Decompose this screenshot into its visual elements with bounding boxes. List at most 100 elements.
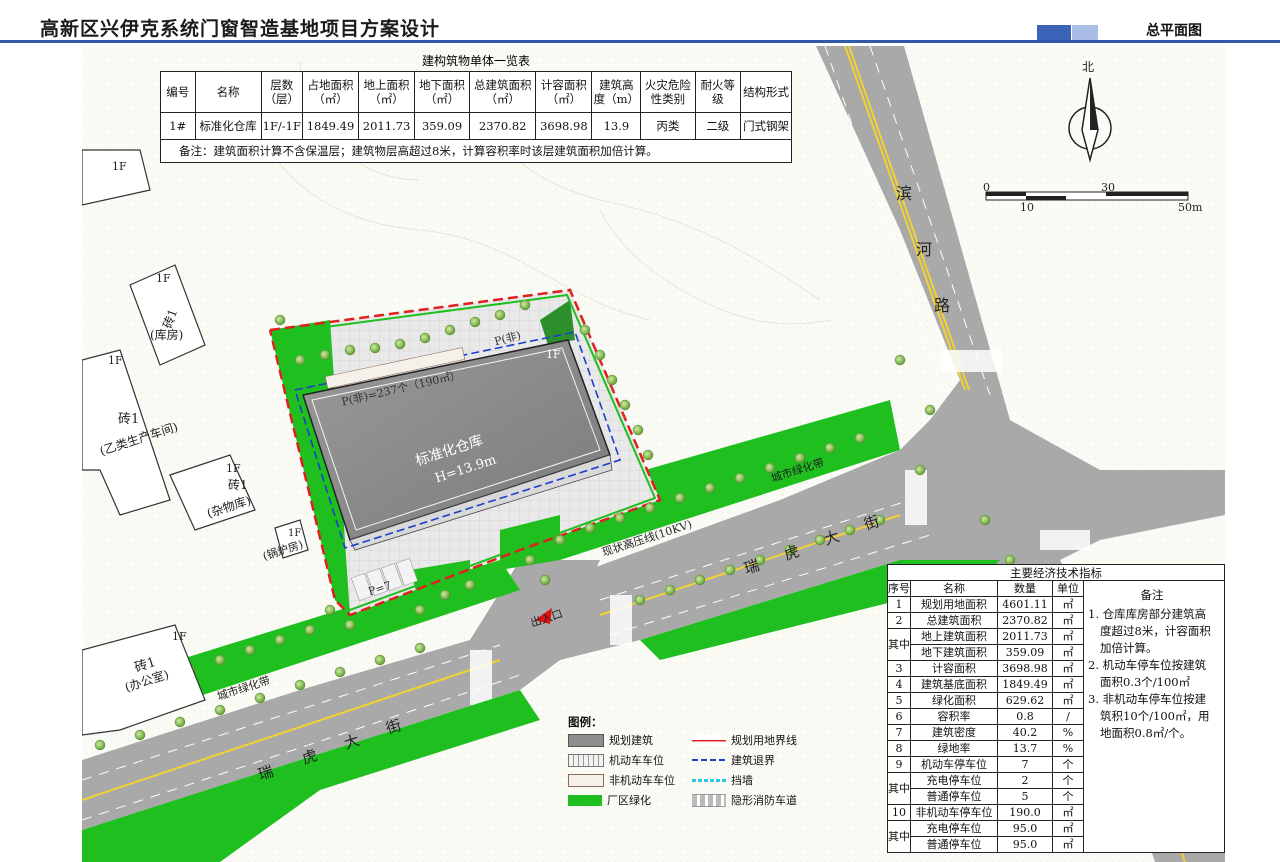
building-table: 建构筑物单体一览表 编号 名称 层数（层） 占地面积（㎡） 地上面积（㎡） 地下… (160, 51, 792, 163)
bt-cell: 2370.82 (469, 112, 537, 140)
et-unit: ㎡ (1052, 644, 1084, 661)
legend-label: 机动车车位 (609, 754, 664, 767)
et-value: 95.0 (997, 836, 1053, 853)
scale-bar (985, 191, 1189, 201)
warehouse-floor-label: 1F (546, 348, 561, 361)
building-floor-1: 1F (112, 160, 127, 173)
road-label-east-1: 滨 (896, 184, 913, 203)
bt-header: 建筑高度（m） (591, 71, 642, 113)
et-header: 数量 (997, 580, 1053, 597)
et-name: 充电停车位 (910, 772, 998, 789)
et-unit: / (1052, 708, 1084, 725)
building-name-3: 砖1 (118, 412, 140, 427)
building-table-grid: 编号 名称 层数（层） 占地面积（㎡） 地上面积（㎡） 地下面积（㎡） 总建筑面… (160, 71, 792, 163)
legend-swatch-building (568, 733, 604, 747)
bt-header: 总建筑面积（㎡） (469, 71, 537, 113)
et-name: 普通停车位 (910, 788, 998, 805)
legend-item: 机动车车位 (568, 753, 686, 767)
bt-header: 名称 (194, 71, 262, 113)
building-floor-3: 1F (108, 354, 123, 367)
header-rule (0, 40, 1280, 43)
bt-cell: 3698.98 (535, 112, 593, 140)
et-unit: ㎡ (1052, 660, 1084, 677)
econ-table: 主要经济技术指标 序号 名称 数量 单位 备注 1. 仓库库房部分建筑高度超过8… (887, 564, 1225, 853)
legend-swatch-fire-lane (692, 793, 726, 807)
et-no: 7 (887, 724, 911, 741)
scale-tick-10: 10 (1020, 201, 1034, 214)
et-no: 8 (887, 740, 911, 757)
header-accent-block-light (1072, 25, 1098, 41)
et-unit: 个 (1052, 772, 1084, 789)
scale-tick-50: 50m (1178, 201, 1203, 214)
et-value: 0.8 (997, 708, 1053, 725)
et-value: 2011.73 (997, 628, 1053, 645)
et-name: 充电停车位 (910, 820, 998, 837)
et-name: 容积率 (910, 708, 998, 725)
et-unit: ㎡ (1052, 820, 1084, 837)
legend-item: 隐形消防车道 (692, 793, 822, 807)
et-value: 359.09 (997, 644, 1053, 661)
et-value: 1849.49 (997, 676, 1053, 693)
building-use-2: (库房) (150, 328, 184, 342)
et-no-merged: 其中 (887, 772, 911, 805)
building-floor-2: 1F (156, 272, 171, 285)
building-table-caption: 建构筑物单体一览表 (421, 54, 530, 68)
bt-header: 结构形式 (740, 71, 792, 113)
et-unit: 个 (1052, 756, 1084, 773)
legend-label: 规划用地界线 (731, 734, 797, 747)
et-name: 规划用地面积 (910, 596, 998, 613)
et-unit: ㎡ (1052, 836, 1084, 853)
et-unit: ㎡ (1052, 804, 1084, 821)
et-name: 绿地率 (910, 740, 998, 757)
bt-header: 占地面积（㎡） (301, 71, 360, 113)
et-header: 名称 (910, 580, 998, 597)
et-note-2: 2. 机动车停车位按建筑面积0.3个/100㎡ (1088, 658, 1207, 689)
et-no: 5 (887, 692, 911, 709)
scale-tick-0: 0 (983, 181, 990, 194)
et-value: 629.62 (997, 692, 1053, 709)
legend-item: 非机动车车位 (568, 773, 686, 787)
scale-tick-30: 30 (1101, 181, 1115, 194)
bt-cell: 359.09 (414, 112, 471, 140)
bt-note: 备注：建筑面积计算不含保温层；建筑物层高超过8米，计算容积率时该层建筑面积加倍计… (160, 139, 792, 163)
page-title: 高新区兴伊克系统门窗智造基地项目方案设计 (40, 18, 441, 40)
legend-label: 非机动车车位 (609, 774, 675, 787)
et-value: 2 (997, 772, 1053, 789)
et-name: 普通停车位 (910, 836, 998, 853)
building-floor-4: 1F (226, 462, 241, 475)
et-no: 6 (887, 708, 911, 725)
bt-header: 地上面积（㎡） (358, 71, 416, 113)
bt-header: 计容面积（㎡） (535, 71, 593, 113)
bt-cell: 1# (160, 112, 196, 140)
et-header: 单位 (1052, 580, 1084, 597)
header: 高新区兴伊克系统门窗智造基地项目方案设计 总平面图 (0, 0, 1280, 44)
bt-cell: 1F/-1F (260, 112, 303, 140)
road-label-east-2: 河 (916, 240, 933, 259)
table-row: 1# 标准化仓库 1F/-1F 1849.49 2011.73 359.09 2… (160, 112, 792, 140)
et-no-merged: 其中 (887, 628, 911, 661)
et-value: 7 (997, 756, 1053, 773)
legend-label: 挡墙 (731, 774, 753, 787)
legend-item: 厂区绿化 (568, 793, 686, 807)
bt-header: 编号 (160, 71, 196, 113)
road-label-east-3: 路 (934, 296, 951, 315)
et-unit: ㎡ (1052, 612, 1084, 629)
et-name: 总建筑面积 (910, 612, 998, 629)
bt-cell: 门式钢架 (740, 112, 792, 140)
et-note-3: 3. 非机动车停车位按建筑积10个/100㎡，用地面积0.8㎡/个。 (1088, 692, 1210, 740)
compass-north-label: 北 (1082, 60, 1095, 74)
bt-cell: 二级 (694, 112, 742, 140)
et-no: 3 (887, 660, 911, 677)
et-name: 地上建筑面积 (910, 628, 998, 645)
legend-swatch-setback (692, 759, 726, 761)
et-name: 机动车停车位 (910, 756, 998, 773)
bt-cell: 1849.49 (301, 112, 360, 140)
legend: 图例： 规划建筑 规划用地界线 机动车车位 建筑退界 非机动车车位 挡墙 厂区绿… (568, 714, 828, 807)
bt-header: 地下面积（㎡） (414, 71, 471, 113)
legend-item: 规划建筑 (568, 733, 686, 747)
et-unit: % (1052, 724, 1084, 741)
legend-label: 厂区绿化 (607, 794, 651, 807)
legend-swatch-car-parking (568, 753, 604, 767)
header-accent-block (1037, 25, 1071, 41)
et-name: 非机动车停车位 (910, 804, 998, 821)
